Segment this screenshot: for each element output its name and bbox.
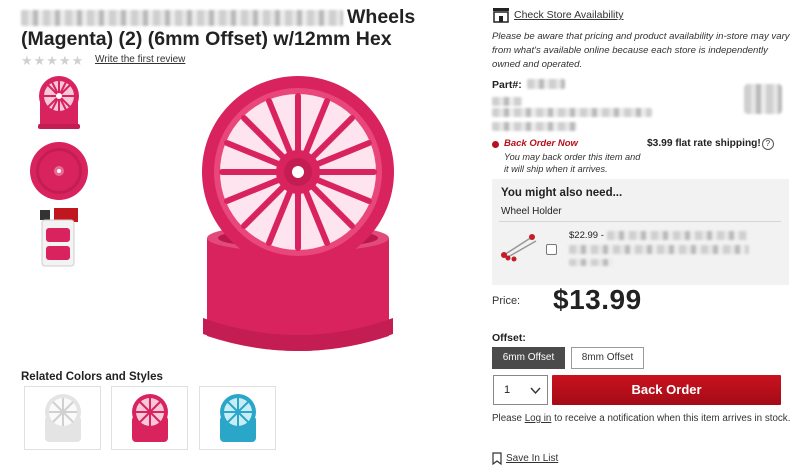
redacted-title-prefix xyxy=(21,9,343,26)
product-gallery-column: Wheels (Magenta) (2) (6mm Offset) w/12mm… xyxy=(0,0,484,471)
backorder-note: You may back order this item and it will… xyxy=(504,152,641,174)
related-color-magenta[interactable] xyxy=(111,386,188,450)
offset-label: Offset: xyxy=(492,332,526,344)
redacted-upsell-text xyxy=(569,245,749,254)
rating-stars: ★★★★★ xyxy=(21,53,85,68)
white-wheel-thumbnail xyxy=(44,394,81,442)
part-number-label: Part#: xyxy=(492,79,522,91)
upsell-heading: You might also need... xyxy=(501,187,623,199)
write-review-link[interactable]: Write the first review xyxy=(95,54,185,65)
related-colors-heading: Related Colors and Styles xyxy=(21,371,163,383)
redacted-line xyxy=(492,97,522,106)
related-color-white[interactable] xyxy=(24,386,101,450)
log-in-link[interactable]: Log in xyxy=(525,413,552,424)
thumbnail-package-view[interactable] xyxy=(28,206,90,268)
upsell-price: $22.99 - xyxy=(569,230,747,241)
backorder-status-dot xyxy=(492,141,499,148)
login-note-prefix: Please xyxy=(492,413,525,424)
offset-option-8mm[interactable]: 8mm Offset xyxy=(571,347,644,369)
login-note-suffix: to receive a notification when this item… xyxy=(551,413,791,424)
help-icon[interactable]: ? xyxy=(761,138,774,150)
backorder-status: Back Order Now xyxy=(504,138,578,149)
thumbnail-angled-view[interactable] xyxy=(28,72,90,134)
store-icon xyxy=(493,8,509,23)
wheel-main-illustration xyxy=(202,76,394,351)
redacted-line xyxy=(492,122,577,131)
blue-wheel-thumbnail xyxy=(219,394,256,442)
thumbnail-back-view[interactable] xyxy=(28,140,90,202)
upsell-item-name: Wheel Holder xyxy=(501,206,562,217)
offset-option-6mm[interactable]: 6mm Offset xyxy=(492,347,565,369)
back-order-button[interactable]: Back Order xyxy=(552,375,781,405)
wheel-thumbnail-2 xyxy=(30,142,88,200)
wheel-holder-image[interactable] xyxy=(500,229,538,263)
price-value: $13.99 xyxy=(553,284,642,315)
chevron-down-icon xyxy=(530,387,541,395)
shipping-info: $3.99 flat rate shipping!? xyxy=(647,138,774,150)
add-upsell-checkbox[interactable] xyxy=(546,244,557,255)
purchase-column: Check Store Availability Please be aware… xyxy=(484,0,800,471)
related-color-blue[interactable] xyxy=(199,386,276,450)
save-in-list-link[interactable]: Save In List xyxy=(506,453,558,464)
package-thumbnail xyxy=(40,208,78,267)
main-product-image[interactable] xyxy=(193,72,403,360)
login-notification-note: Please Log in to receive a notification … xyxy=(492,412,792,426)
divider xyxy=(499,221,781,222)
bookmark-icon xyxy=(492,452,502,465)
price-label: Price: xyxy=(492,295,521,307)
shipping-text: $3.99 flat rate shipping! xyxy=(647,138,761,149)
redacted-upsell-text xyxy=(606,230,747,240)
redacted-image xyxy=(744,84,782,114)
upsell-price-text: $22.99 - xyxy=(569,230,604,241)
redacted-upsell-text xyxy=(569,259,613,266)
store-pricing-notice: Please be aware that pricing and product… xyxy=(492,31,790,70)
wheel-thumbnail-1 xyxy=(38,76,80,129)
redacted-part-number xyxy=(527,79,565,89)
quantity-value: 1 xyxy=(504,384,511,396)
redacted-line xyxy=(492,108,652,117)
product-title: Wheels (Magenta) (2) (6mm Offset) w/12mm… xyxy=(21,6,416,50)
magenta-wheel-thumbnail xyxy=(131,394,168,442)
quantity-select[interactable]: 1 xyxy=(493,375,548,405)
check-store-availability-link[interactable]: Check Store Availability xyxy=(514,9,624,21)
upsell-panel: You might also need... Wheel Holder $22.… xyxy=(492,179,789,285)
